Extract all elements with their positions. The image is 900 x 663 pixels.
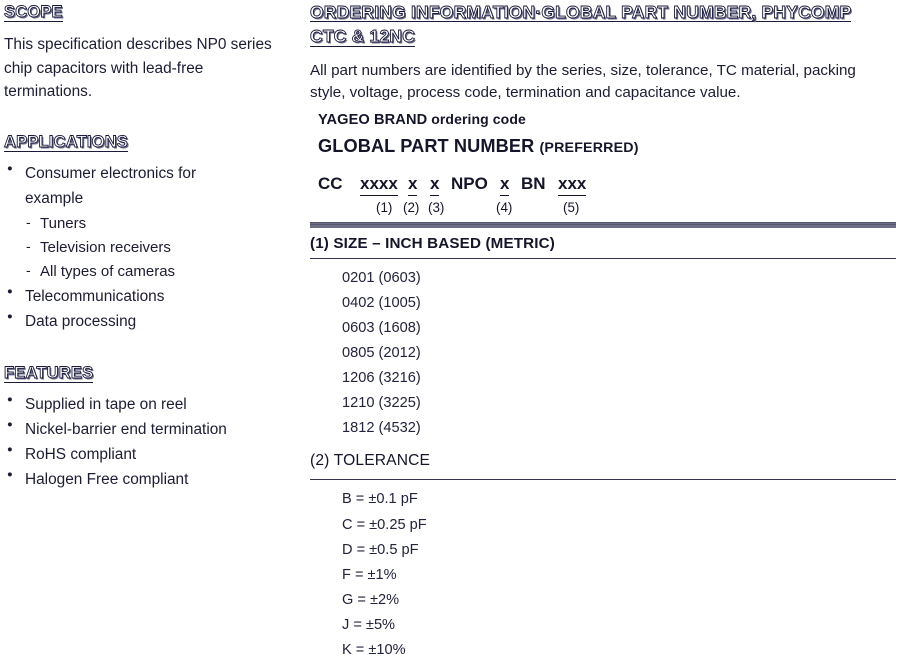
list-item: K = ±10% — [310, 638, 896, 663]
size-value-list: 0201 (0603) 0402 (1005) 0603 (1608) 0805… — [310, 266, 896, 442]
list-item-label: B = ±0.1 pF — [342, 491, 418, 508]
ordering-intro-paragraph: All part numbers are identified by the s… — [310, 61, 856, 101]
tolerance-section-heading: (2) TOLERANCE — [310, 452, 431, 470]
code-marker-2: (2) — [403, 199, 420, 215]
list-item: 0805 (2012) — [310, 341, 896, 366]
list-item-label: Tuners — [40, 214, 87, 232]
list-item-label: 0805 (2012) — [342, 345, 421, 362]
right-column: ORDERING INFORMATION·GLOBAL PART NUMBER,… — [310, 0, 896, 663]
list-item: All types of cameras — [4, 259, 296, 284]
list-item-label: 1812 (4532) — [342, 420, 421, 437]
list-item: Television receivers — [4, 235, 296, 260]
list-item-label: Supplied in tape on reel — [25, 395, 187, 413]
ordering-title-line1: ORDERING INFORMATION·GLOBAL PART NUMBER,… — [310, 2, 852, 23]
list-item: Telecommunications — [4, 284, 296, 310]
part-number-marker-row: (1) (2) (3) (4) (5) — [318, 200, 896, 220]
list-item-label: Halogen Free compliant — [25, 470, 189, 488]
list-item: 1210 (3225) — [310, 391, 896, 416]
list-item-label: Nickel-barrier end termination — [25, 420, 227, 438]
features-heading: FEATURES — [4, 363, 94, 383]
applications-heading: APPLICATIONS — [4, 132, 129, 152]
list-item: example — [4, 187, 296, 212]
code-token-series: CC — [318, 173, 343, 193]
divider-thick — [310, 221, 896, 228]
list-item-label: 1206 (3216) — [342, 370, 421, 387]
list-item-label: All types of cameras — [40, 263, 176, 281]
yageo-brand-suffix: ordering code — [427, 110, 526, 127]
list-item: G = ±2% — [310, 588, 896, 613]
features-list: Supplied in tape on reel Nickel-barrier … — [4, 392, 296, 493]
code-marker-3: (3) — [428, 199, 445, 215]
scope-paragraph: This specification describes NP0 series … — [4, 36, 272, 101]
size-section-heading: (1) SIZE – INCH BASED (METRIC) — [310, 234, 555, 252]
list-item: 0603 (1608) — [310, 316, 896, 341]
list-item: 1206 (3216) — [310, 366, 896, 391]
list-item: 0402 (1005) — [310, 291, 896, 316]
global-part-number-line: GLOBAL PART NUMBER (PREFERRED) — [318, 136, 896, 157]
list-item-label: 0402 (1005) — [342, 294, 421, 311]
list-item: Nickel-barrier end termination — [4, 417, 296, 443]
list-item-label: F = ±1% — [342, 566, 397, 583]
yageo-brand-line: YAGEO BRAND ordering code — [318, 111, 896, 128]
list-item-label: RoHS compliant — [25, 445, 137, 463]
list-item: RoHS compliant — [4, 442, 296, 468]
list-item: 0201 (0603) — [310, 266, 896, 291]
code-token-voltage: x — [430, 174, 440, 196]
list-item: Tuners — [4, 211, 296, 236]
list-item-label: G = ±2% — [342, 591, 400, 608]
list-item-label: Data processing — [25, 312, 137, 330]
list-item: Supplied in tape on reel — [4, 392, 296, 418]
list-item-label: example — [25, 189, 84, 207]
list-item: B = ±0.1 pF — [310, 487, 896, 512]
code-token-capacitance: xxx — [558, 174, 587, 196]
list-item: Data processing — [4, 309, 296, 335]
code-token-process: x — [500, 174, 510, 196]
code-token-tolerance: x — [408, 174, 418, 196]
list-item: C = ±0.25 pF — [310, 513, 896, 538]
scope-section: SCOPE — [4, 3, 296, 24]
tolerance-value-list: B = ±0.1 pF C = ±0.25 pF D = ±0.5 pF F =… — [310, 487, 896, 663]
list-item-label: C = ±0.25 pF — [342, 516, 427, 533]
list-item-label: D = ±0.5 pF — [342, 541, 419, 558]
list-item-label: Telecommunications — [25, 287, 165, 305]
list-item: J = ±5% — [310, 613, 896, 638]
list-item-label: K = ±10% — [342, 642, 406, 659]
applications-section: APPLICATIONS — [4, 132, 296, 154]
code-marker-4: (4) — [496, 199, 513, 215]
list-item-label: Consumer electronics for — [25, 164, 197, 182]
list-item-label: Television receivers — [40, 239, 171, 257]
part-number-code-row: CC xxxx x x NPO x BN xxx — [318, 174, 896, 197]
divider-thin — [310, 479, 896, 481]
list-item: 1812 (4532) — [310, 416, 896, 441]
ordering-information-title: ORDERING INFORMATION·GLOBAL PART NUMBER,… — [310, 2, 896, 49]
left-column: SCOPE This specification describes NP0 s… — [4, 0, 296, 493]
divider-thin — [310, 257, 896, 259]
code-token-termination: BN — [521, 173, 546, 193]
list-item: F = ±1% — [310, 563, 896, 588]
list-item: D = ±0.5 pF — [310, 538, 896, 563]
document-page: SCOPE This specification describes NP0 s… — [0, 0, 900, 658]
ordering-title-line2: CTC & 12NC — [310, 26, 416, 47]
code-token-size: xxxx — [360, 174, 398, 196]
list-item: Halogen Free compliant — [4, 467, 296, 493]
list-item-label: 0603 (1608) — [342, 320, 421, 336]
code-token-tc-material: NPO — [451, 173, 488, 193]
preferred-label: (PREFERRED) — [539, 139, 639, 156]
list-item: Consumer electronics for — [4, 161, 296, 187]
list-item-label: 1210 (3225) — [342, 395, 421, 412]
code-marker-1: (1) — [376, 199, 393, 215]
scope-heading: SCOPE — [4, 3, 63, 23]
features-section: FEATURES — [4, 363, 296, 385]
list-item-label: 0201 (0603) — [342, 269, 421, 286]
code-marker-5: (5) — [563, 199, 580, 215]
applications-list: Consumer electronics for example Tuners … — [4, 161, 296, 335]
list-item-label: J = ±5% — [342, 616, 396, 633]
yageo-brand-label: YAGEO BRAND — [318, 111, 428, 128]
global-part-number-label: GLOBAL PART NUMBER — [318, 135, 540, 156]
